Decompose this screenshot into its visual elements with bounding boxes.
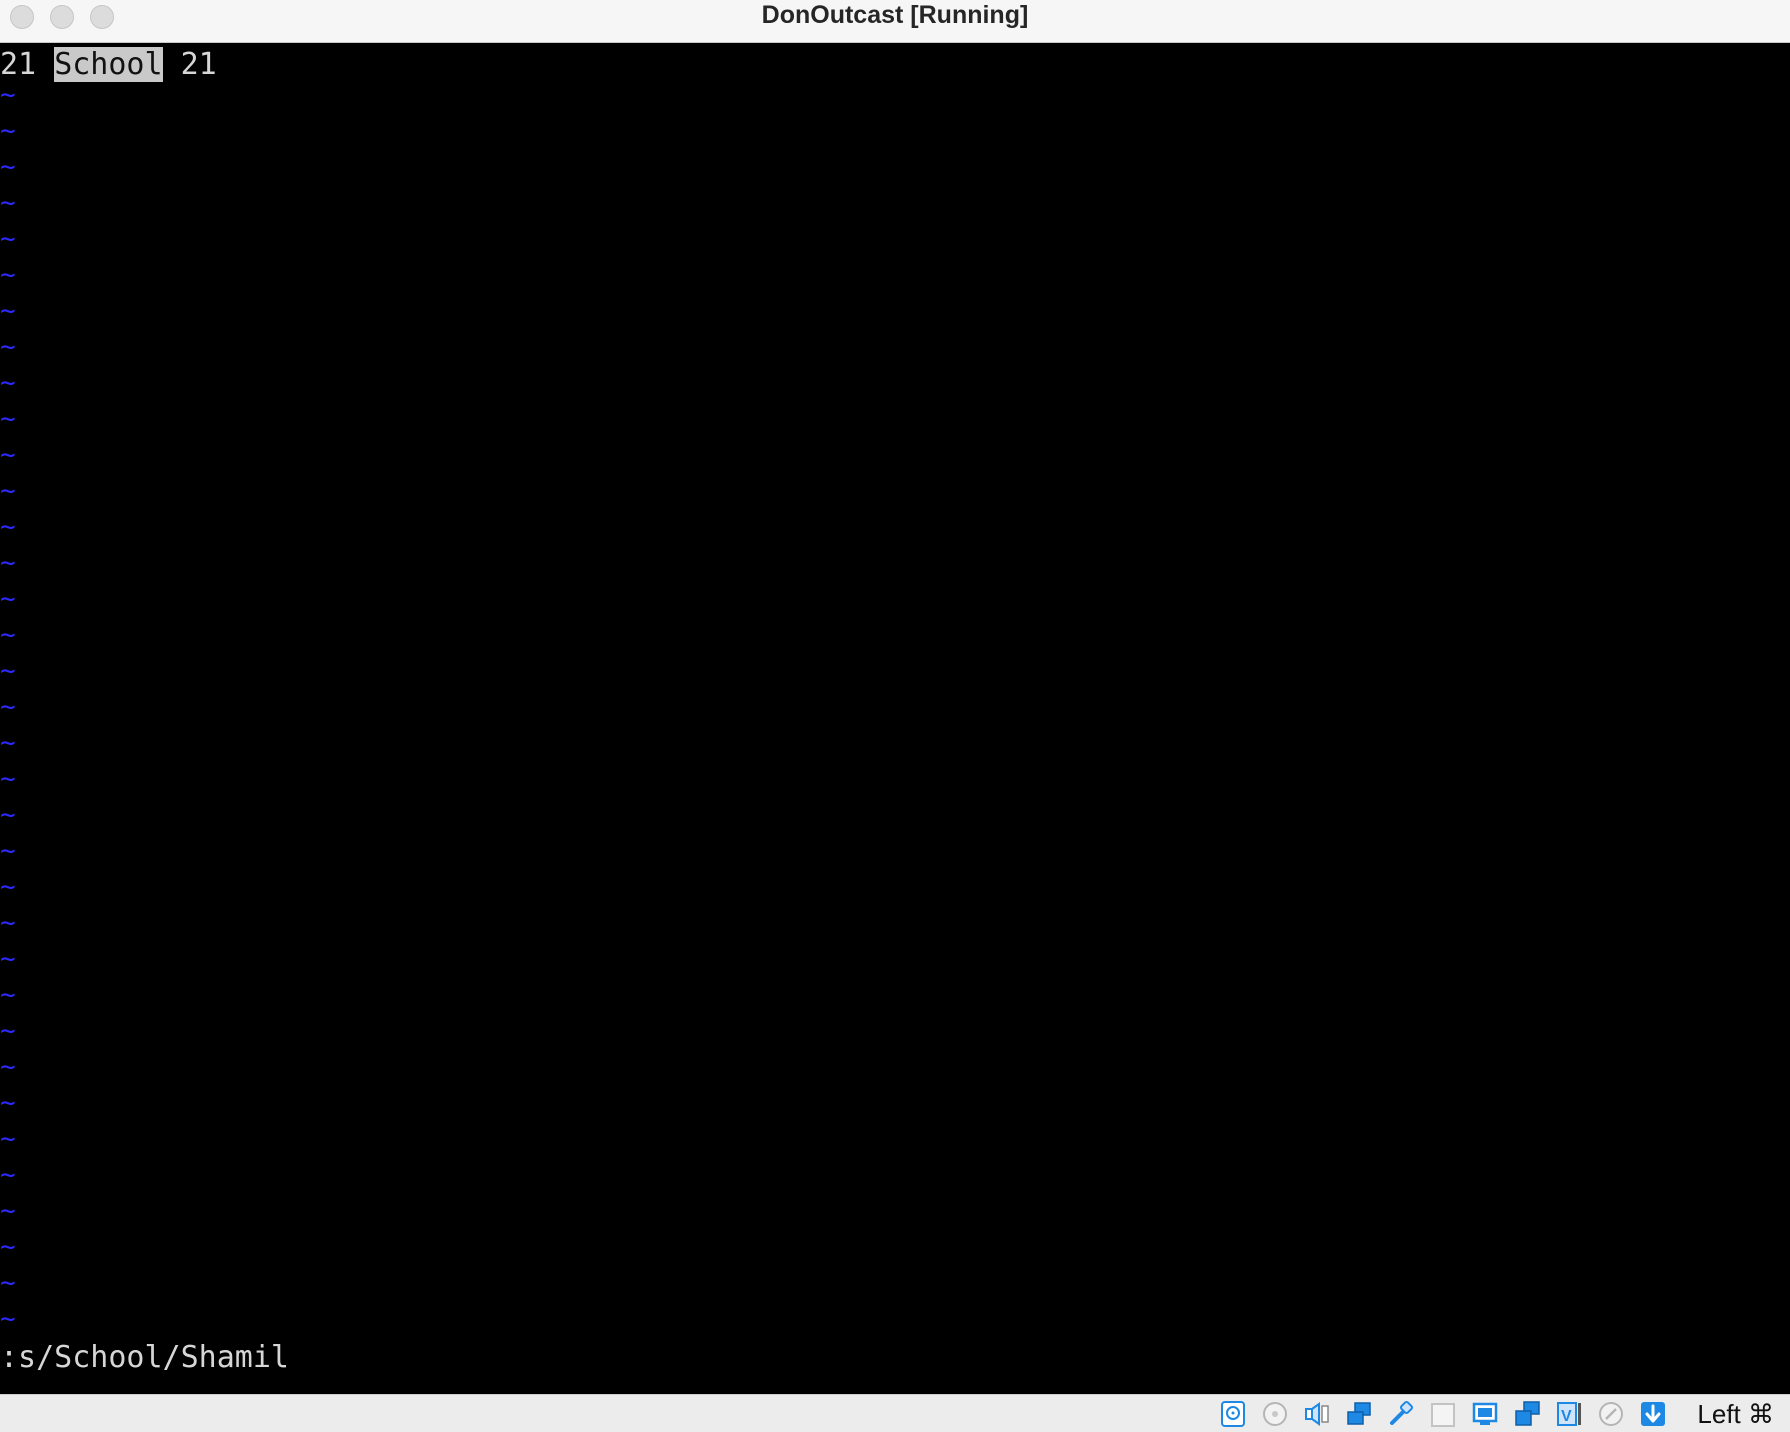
empty-line-tilde: ~ — [0, 944, 16, 974]
empty-line-tilde: ~ — [0, 728, 16, 758]
empty-line-tilde: ~ — [0, 1304, 16, 1334]
empty-line-tilde: ~ — [0, 584, 16, 614]
line-text-suffix: 21 — [162, 47, 217, 82]
empty-line-tilde: ~ — [0, 1124, 16, 1154]
empty-line-tilde: ~ — [0, 1160, 16, 1190]
svg-text:V: V — [1561, 1408, 1572, 1425]
empty-line-tilde: ~ — [0, 908, 16, 938]
screen-capture-icon[interactable] — [1512, 1399, 1542, 1429]
empty-line-tilde: ~ — [0, 836, 16, 866]
empty-line-tilde: ~ — [0, 1232, 16, 1262]
search-match-highlight: School — [54, 47, 163, 82]
vm-window: DonOutcast [Running] 21 School 21 ~ ~ ~ ~ ~ ~… — [0, 0, 1790, 1432]
empty-line-tilde: ~ — [0, 152, 16, 182]
empty-line-tilde: ~ — [0, 404, 16, 434]
empty-line-tilde: ~ — [0, 368, 16, 398]
shared-folders-icon[interactable] — [1428, 1399, 1458, 1429]
empty-line-tilde: ~ — [0, 800, 16, 830]
command-line: :s/School/Shamil — [0, 1340, 289, 1375]
empty-line-tilde: ~ — [0, 620, 16, 650]
empty-line-tilde: ~ — [0, 188, 16, 218]
empty-line-tilde: ~ — [0, 512, 16, 542]
empty-line-tilde: ~ — [0, 548, 16, 578]
title-bar[interactable]: DonOutcast [Running] — [0, 0, 1790, 43]
empty-line-tilde: ~ — [0, 1196, 16, 1226]
hard-disk-icon[interactable] — [1218, 1399, 1248, 1429]
empty-line-tilde: ~ — [0, 440, 16, 470]
optical-drive-icon[interactable] — [1260, 1399, 1290, 1429]
empty-line-tilde: ~ — [0, 476, 16, 506]
window-title: DonOutcast [Running] — [761, 1, 1029, 29]
empty-line-tilde: ~ — [0, 1268, 16, 1298]
empty-line-tilde: ~ — [0, 872, 16, 902]
empty-line-tilde: ~ — [0, 764, 16, 794]
empty-line-tilde: ~ — [0, 1088, 16, 1118]
vm-screen[interactable]: 21 School 21 ~ ~ ~ ~ ~ ~ ~ ~ ~ ~ ~ ~ ~ ~ ~ ~ ~ ~ ~ ~ ~ ~ ~ ~ ~ ~ ~… — [0, 43, 1790, 1394]
status-icons: V — [1218, 1399, 1668, 1429]
keyboard-capture-icon[interactable] — [1638, 1399, 1668, 1429]
empty-line-tilde: ~ — [0, 80, 16, 110]
mouse-integration-icon[interactable] — [1596, 1399, 1626, 1429]
network-icon[interactable] — [1344, 1399, 1374, 1429]
empty-line-tilde: ~ — [0, 260, 16, 290]
empty-line-tilde: ~ — [0, 296, 16, 326]
buffer-line-1: 21 School 21 — [0, 47, 217, 83]
empty-line-tilde: ~ — [0, 656, 16, 686]
host-key-label[interactable]: Left ⌘ — [1697, 1399, 1774, 1429]
empty-line-tilde: ~ — [0, 332, 16, 362]
empty-line-tilde: ~ — [0, 116, 16, 146]
video-recording-icon[interactable]: V — [1554, 1399, 1584, 1429]
empty-line-tilde: ~ — [0, 692, 16, 722]
empty-line-markers: ~ ~ ~ ~ ~ ~ ~ ~ ~ ~ ~ ~ ~ ~ ~ ~ ~ ~ ~ ~ ~ ~ ~ ~ ~ ~ ~ ~ ~ ~ ~ ~ ~ ~ ~ — [0, 77, 30, 1337]
vm-status-bar: V Left ⌘ — [0, 1394, 1790, 1432]
empty-line-tilde: ~ — [0, 1016, 16, 1046]
usb-icon[interactable] — [1386, 1399, 1416, 1429]
empty-line-tilde: ~ — [0, 980, 16, 1010]
audio-icon[interactable] — [1302, 1399, 1332, 1429]
empty-line-tilde: ~ — [0, 224, 16, 254]
empty-line-tilde: ~ — [0, 1052, 16, 1082]
display-icon[interactable] — [1470, 1399, 1500, 1429]
